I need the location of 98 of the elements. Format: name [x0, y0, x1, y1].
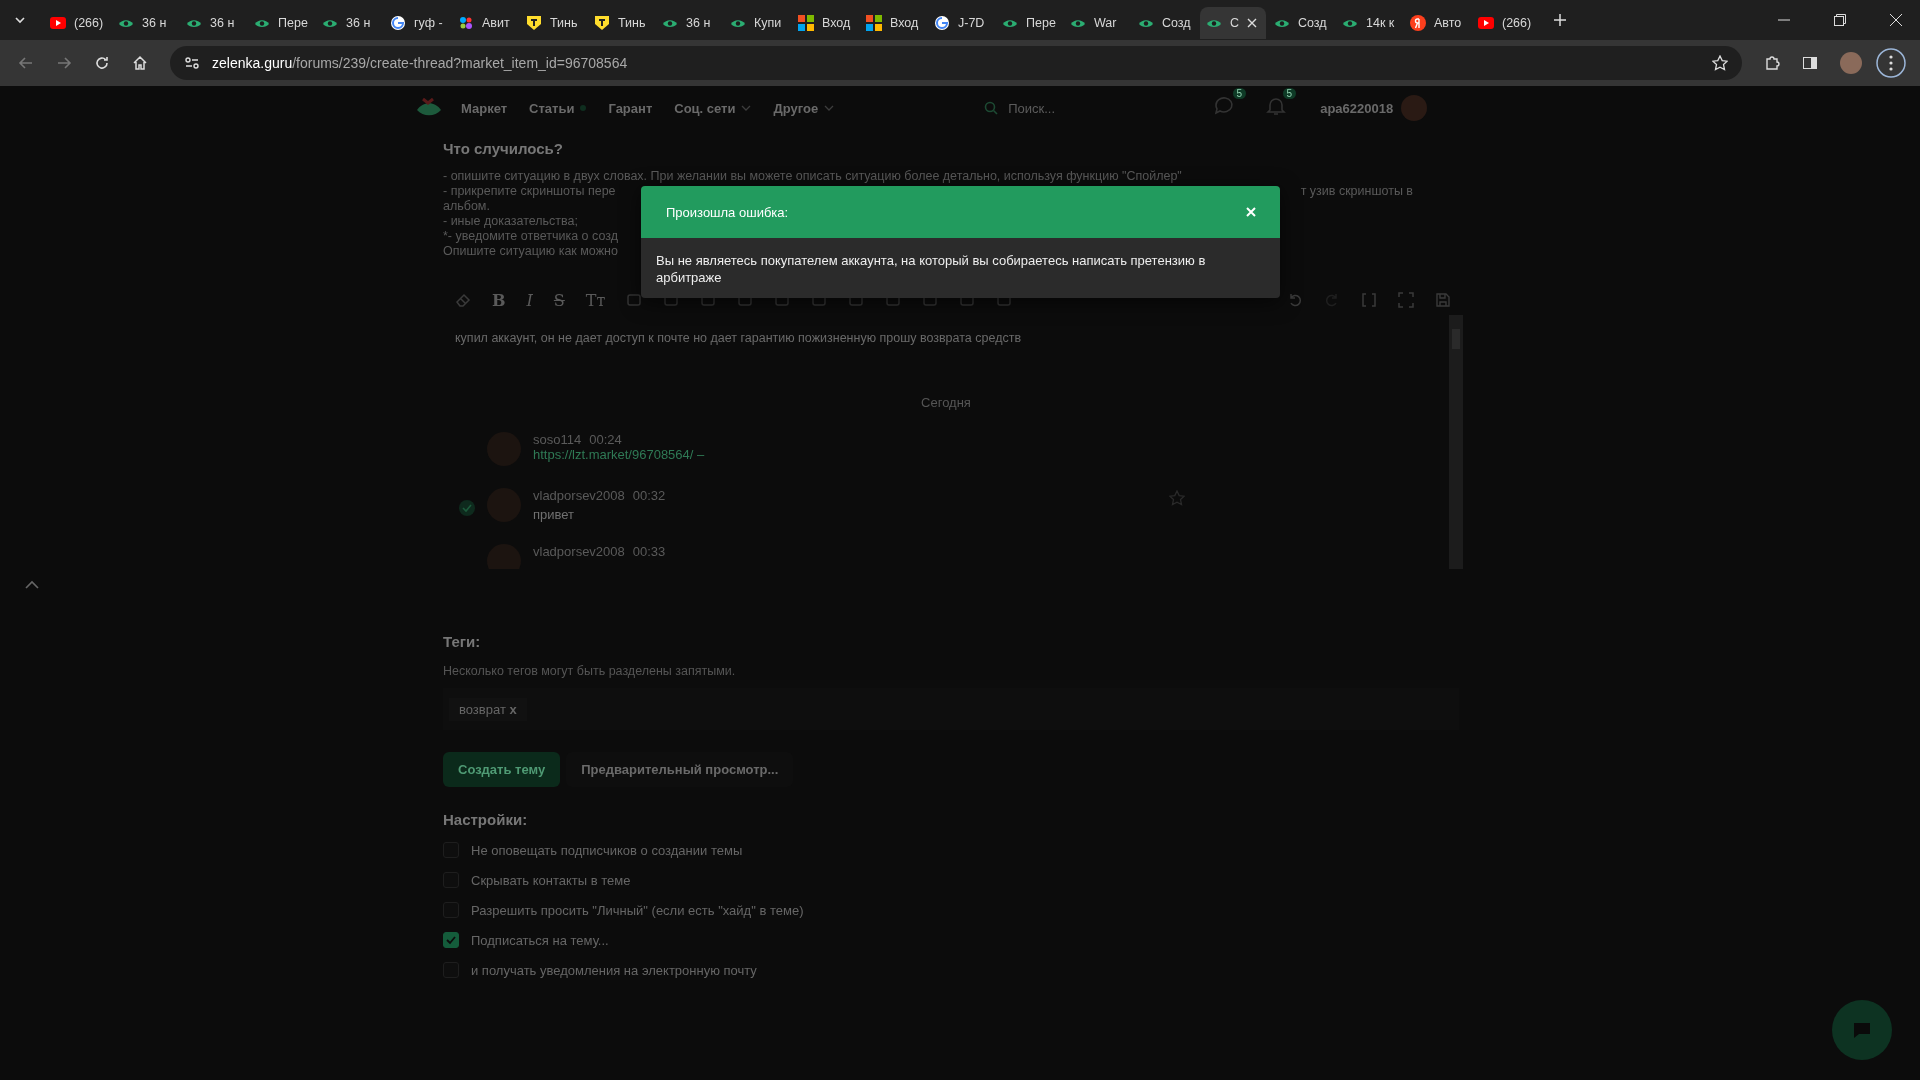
- checkbox[interactable]: [443, 932, 459, 948]
- chevron-down-icon: [824, 105, 835, 111]
- count-badge: 5: [1232, 88, 1247, 99]
- instruction-text: Опишите ситуацию как можно: [443, 244, 618, 259]
- site-settings-icon[interactable]: [184, 55, 200, 71]
- reload-icon[interactable]: [94, 55, 110, 71]
- scroll-up-icon[interactable]: [25, 580, 39, 590]
- chevron-down-icon: [741, 105, 752, 111]
- browser-tab[interactable]: гуф -: [384, 7, 450, 39]
- nav-link[interactable]: Гарант: [608, 100, 653, 116]
- instruction-text: т узив скриншоты в: [1300, 184, 1413, 199]
- hint-text: Несколько тегов могут быть разделены запятыми.: [443, 664, 737, 678]
- new-tab-icon[interactable]: [1554, 14, 1566, 26]
- browser-tab[interactable]: 14к к: [1336, 7, 1402, 39]
- instruction-text: - опишите ситуацию в двух словах. При желании вы можете описать ситуацию более детально, используя функцию "Спойлер": [443, 169, 1182, 184]
- home-icon[interactable]: [132, 55, 148, 71]
- nav-link[interactable]: Соц. сети: [674, 100, 752, 116]
- menu-icon[interactable]: [1876, 48, 1906, 78]
- close-icon[interactable]: [1247, 18, 1258, 28]
- g-circle-icon: [934, 15, 950, 31]
- toolbar-tool-icon[interactable]: [626, 292, 643, 308]
- extensions-icon[interactable]: [1764, 55, 1780, 71]
- bell-icon[interactable]: [1266, 96, 1287, 116]
- browser-tab[interactable]: Тинь: [588, 7, 654, 39]
- restore-icon[interactable]: [1834, 14, 1846, 26]
- dots-icon: [458, 15, 474, 31]
- save-icon[interactable]: [1435, 292, 1451, 308]
- browser-tab[interactable]: Авит: [452, 7, 518, 39]
- instruction-text: - иные доказательства;: [443, 214, 578, 229]
- nav-link[interactable]: Маркет: [461, 100, 508, 116]
- brackets-icon[interactable]: [1361, 292, 1377, 308]
- browser-tab[interactable]: Купи: [724, 7, 790, 39]
- browser-tab[interactable]: Созд: [1132, 7, 1198, 39]
- scrollbar[interactable]: [1449, 315, 1463, 569]
- nav-link[interactable]: Статьи: [529, 100, 587, 116]
- message-time: 00:24: [589, 432, 622, 447]
- search-field[interactable]: Поиск...: [1006, 99, 1181, 117]
- day-divider-label: Сегодня: [920, 395, 972, 410]
- browser-tab[interactable]: С: [1200, 7, 1266, 39]
- side-panel-icon[interactable]: [1802, 55, 1818, 71]
- play-icon: [50, 17, 66, 29]
- browser-tab[interactable]: 36 н: [180, 7, 246, 39]
- new-dot-icon: [580, 105, 587, 111]
- back-icon[interactable]: [18, 55, 34, 71]
- fullscreen-icon[interactable]: [1398, 292, 1414, 308]
- instruction-text: - прикрепите скриншоты пере: [443, 184, 616, 199]
- section-heading: Теги:: [443, 633, 482, 650]
- browser-tab[interactable]: 36 н: [112, 7, 178, 39]
- chat-button[interactable]: [1832, 1000, 1892, 1060]
- chat-bubble-icon: [1852, 1021, 1872, 1039]
- browser-tab[interactable]: Пере: [248, 7, 314, 39]
- nav-link[interactable]: Другое: [773, 100, 835, 116]
- tab-list-caret-icon[interactable]: [14, 14, 26, 26]
- modal-title: Произошла ошибка:: [666, 204, 789, 220]
- circle-logo-icon: [1410, 15, 1426, 31]
- error-message: Вы не являетесь покупателем аккаунта, на который вы собираетесь написать претензию в арбитраже: [656, 253, 1206, 285]
- instruction-text: *- уведомите ответчика о созд: [443, 229, 618, 244]
- close-icon[interactable]: [1890, 14, 1902, 26]
- browser-tab[interactable]: Вход: [860, 7, 926, 39]
- play-icon: [1478, 17, 1494, 29]
- message-link[interactable]: https://lzt.market/96708564/ –: [533, 447, 705, 462]
- four-squares-icon: [866, 15, 882, 31]
- four-squares-icon: [798, 15, 814, 31]
- browser-tab[interactable]: J-7D: [928, 7, 994, 39]
- editor-text: купил аккаунт, он не дает доступ к почте но дает гарантию пожизненную прошу возврата средств: [454, 330, 1023, 347]
- forward-icon[interactable]: [56, 55, 72, 71]
- shield-icon: [526, 15, 542, 31]
- browser-tab[interactable]: War: [1064, 7, 1130, 39]
- undo-icon[interactable]: [1287, 292, 1303, 308]
- verified-check-icon: [459, 500, 475, 516]
- browser-tab[interactable]: Вход: [792, 7, 858, 39]
- browser-tab[interactable]: (266): [1472, 7, 1538, 39]
- browser-tab[interactable]: 36 н: [316, 7, 382, 39]
- message-time: 00:32: [632, 488, 666, 503]
- section-heading: Настройки:: [443, 811, 529, 828]
- browser-tab[interactable]: (266): [44, 7, 110, 39]
- message-time: 00:33: [632, 544, 666, 559]
- star-icon[interactable]: [1169, 490, 1185, 506]
- section-heading: Что случилось?: [443, 140, 564, 157]
- message-text: привет: [533, 507, 576, 522]
- address-bar[interactable]: zelenka.guru/forums/239/create-thread?market_item_id=96708564: [170, 46, 1742, 80]
- browser-tab[interactable]: Созд: [1268, 7, 1334, 39]
- browser-tab[interactable]: Тинь: [520, 7, 586, 39]
- g-circle-icon: [390, 15, 406, 31]
- browser-tab[interactable]: 36 н: [656, 7, 722, 39]
- username[interactable]: apa6220018: [1320, 100, 1394, 116]
- url-text: zelenka.guru/forums/239/create-thread?market_item_id=96708564: [212, 55, 628, 71]
- shield-icon: [594, 15, 610, 31]
- profile-avatar[interactable]: [1840, 52, 1862, 74]
- search-icon: [984, 101, 999, 115]
- check-icon: [445, 934, 457, 946]
- count-badge: 5: [1282, 88, 1297, 99]
- eraser-icon[interactable]: [455, 292, 471, 308]
- create-button[interactable]: Создать тему: [443, 752, 561, 787]
- browser-tab[interactable]: Пере: [996, 7, 1062, 39]
- browser-tab[interactable]: Авто: [1404, 7, 1470, 39]
- user-avatar[interactable]: [1401, 95, 1428, 121]
- instruction-text: альбом.: [443, 199, 490, 214]
